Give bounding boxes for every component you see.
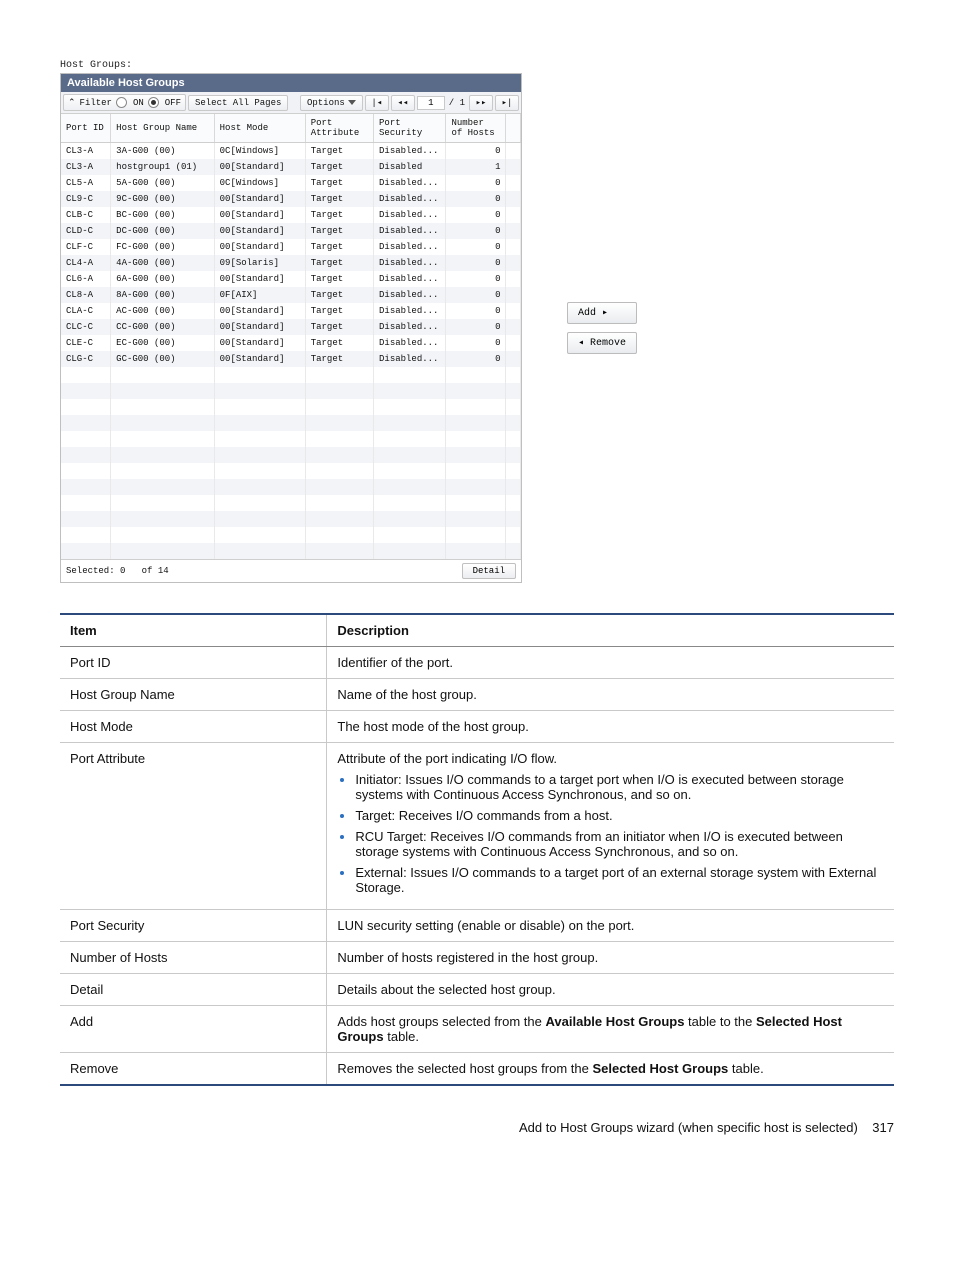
desc-item: Port Security xyxy=(60,910,327,942)
table-row[interactable]: CLB-CBC-G00 (00)00[Standard]TargetDisabl… xyxy=(61,207,521,223)
table-row-empty xyxy=(61,447,521,463)
desc-text: Removes the selected host groups from th… xyxy=(327,1053,894,1086)
desc-text: Details about the selected host group. xyxy=(327,974,894,1006)
remove-button[interactable]: ◂ Remove xyxy=(567,332,637,354)
table-row[interactable]: CL5-A5A-G00 (00)0C[Windows]TargetDisable… xyxy=(61,175,521,191)
desc-item: Port Attribute xyxy=(60,743,327,910)
filter-on-radio[interactable] xyxy=(116,97,127,108)
table-row[interactable]: CL8-A8A-G00 (00)0F[AIX]TargetDisabled...… xyxy=(61,287,521,303)
desc-item: Number of Hosts xyxy=(60,942,327,974)
table-row[interactable]: CLE-CEC-G00 (00)00[Standard]TargetDisabl… xyxy=(61,335,521,351)
available-host-groups-panel: Available Host Groups ⌃ Filter ON OFF Se… xyxy=(60,73,522,583)
table-row[interactable]: CL4-A4A-G00 (00)09[Solaris]TargetDisable… xyxy=(61,255,521,271)
table-row-empty xyxy=(61,543,521,559)
table-row[interactable]: CLC-CCC-G00 (00)00[Standard]TargetDisabl… xyxy=(61,319,521,335)
table-row[interactable]: CL6-A6A-G00 (00)00[Standard]TargetDisabl… xyxy=(61,271,521,287)
desc-row: RemoveRemoves the selected host groups f… xyxy=(60,1053,894,1086)
table-row[interactable]: CL9-C9C-G00 (00)00[Standard]TargetDisabl… xyxy=(61,191,521,207)
host-groups-table: Port ID Host Group Name Host Mode Port A… xyxy=(61,114,521,559)
col-host-mode[interactable]: Host Mode xyxy=(214,114,305,143)
col-port-attribute[interactable]: Port Attribute xyxy=(305,114,373,143)
off-label: OFF xyxy=(165,98,181,108)
total-count: 14 xyxy=(158,566,169,576)
desc-text: Name of the host group. xyxy=(327,679,894,711)
description-table: Item Description Port IDIdentifier of th… xyxy=(60,613,894,1086)
desc-row: Port IDIdentifier of the port. xyxy=(60,647,894,679)
desc-row: Host ModeThe host mode of the host group… xyxy=(60,711,894,743)
col-number-of-hosts[interactable]: Number of Hosts xyxy=(446,114,506,143)
section-label: Host Groups: xyxy=(60,60,894,71)
desc-text: Attribute of the port indicating I/O flo… xyxy=(327,743,894,910)
selected-label: Selected: xyxy=(66,566,115,576)
col-port-id[interactable]: Port ID xyxy=(61,114,111,143)
table-row-empty xyxy=(61,495,521,511)
pager: |◂ ◂◂ / 1 ▸▸ ▸| xyxy=(365,95,519,111)
chevron-down-icon xyxy=(348,100,356,105)
desc-text: LUN security setting (enable or disable)… xyxy=(327,910,894,942)
add-button[interactable]: Add ▸ xyxy=(567,302,637,324)
options-label: Options xyxy=(307,98,345,108)
desc-item: Add xyxy=(60,1006,327,1053)
desc-text: Identifier of the port. xyxy=(327,647,894,679)
desc-item: Port ID xyxy=(60,647,327,679)
select-all-pages-button[interactable]: Select All Pages xyxy=(188,95,288,111)
table-row[interactable]: CLA-CAC-G00 (00)00[Standard]TargetDisabl… xyxy=(61,303,521,319)
of-label: of xyxy=(142,566,153,576)
table-row-empty xyxy=(61,511,521,527)
desc-text: The host mode of the host group. xyxy=(327,711,894,743)
desc-row: Host Group NameName of the host group. xyxy=(60,679,894,711)
desc-header-description: Description xyxy=(327,614,894,647)
filter-off-radio[interactable] xyxy=(148,97,159,108)
table-row-empty xyxy=(61,527,521,543)
desc-row: DetailDetails about the selected host gr… xyxy=(60,974,894,1006)
col-port-security[interactable]: Port Security xyxy=(374,114,446,143)
on-label: ON xyxy=(133,98,144,108)
table-row-empty xyxy=(61,415,521,431)
filter-toggle[interactable]: ⌃ Filter ON OFF xyxy=(63,94,186,111)
footer-text: Add to Host Groups wizard (when specific… xyxy=(519,1120,858,1135)
desc-text: Number of hosts registered in the host g… xyxy=(327,942,894,974)
table-row-empty xyxy=(61,399,521,415)
chevron-up-icon: ⌃ xyxy=(68,97,76,108)
page-total: / 1 xyxy=(447,98,467,108)
table-row[interactable]: CLG-CGC-G00 (00)00[Standard]TargetDisabl… xyxy=(61,351,521,367)
desc-row: AddAdds host groups selected from the Av… xyxy=(60,1006,894,1053)
desc-row: Port SecurityLUN security setting (enabl… xyxy=(60,910,894,942)
page-current-input[interactable] xyxy=(417,96,445,110)
options-button[interactable]: Options xyxy=(300,95,363,111)
table-row[interactable]: CL3-Ahostgroup1 (01)00[Standard]TargetDi… xyxy=(61,159,521,175)
col-host-group-name[interactable]: Host Group Name xyxy=(111,114,214,143)
page-prev-button[interactable]: ◂◂ xyxy=(391,95,415,111)
table-row-empty xyxy=(61,431,521,447)
page-footer: Add to Host Groups wizard (when specific… xyxy=(60,1120,894,1135)
table-row-empty xyxy=(61,479,521,495)
table-row[interactable]: CLD-CDC-G00 (00)00[Standard]TargetDisabl… xyxy=(61,223,521,239)
desc-item: Detail xyxy=(60,974,327,1006)
grid-status-bar: Selected: 0 of 14 Detail xyxy=(61,559,521,582)
desc-row: Port AttributeAttribute of the port indi… xyxy=(60,743,894,910)
page-first-button[interactable]: |◂ xyxy=(365,95,389,111)
selected-count: 0 xyxy=(120,566,125,576)
desc-item: Remove xyxy=(60,1053,327,1086)
desc-item: Host Group Name xyxy=(60,679,327,711)
desc-item: Host Mode xyxy=(60,711,327,743)
detail-button[interactable]: Detail xyxy=(462,563,516,579)
desc-text: Adds host groups selected from the Avail… xyxy=(327,1006,894,1053)
page-next-button[interactable]: ▸▸ xyxy=(469,95,493,111)
grid-toolbar: ⌃ Filter ON OFF Select All Pages Options… xyxy=(61,92,521,114)
desc-header-item: Item xyxy=(60,614,327,647)
table-row-empty xyxy=(61,383,521,399)
desc-row: Number of HostsNumber of hosts registere… xyxy=(60,942,894,974)
page-last-button[interactable]: ▸| xyxy=(495,95,519,111)
page-number: 317 xyxy=(872,1120,894,1135)
table-row-empty xyxy=(61,367,521,383)
table-row-empty xyxy=(61,463,521,479)
table-row[interactable]: CL3-A3A-G00 (00)0C[Windows]TargetDisable… xyxy=(61,143,521,160)
panel-title: Available Host Groups xyxy=(61,74,521,92)
table-row[interactable]: CLF-CFC-G00 (00)00[Standard]TargetDisabl… xyxy=(61,239,521,255)
filter-label: Filter xyxy=(80,98,112,108)
